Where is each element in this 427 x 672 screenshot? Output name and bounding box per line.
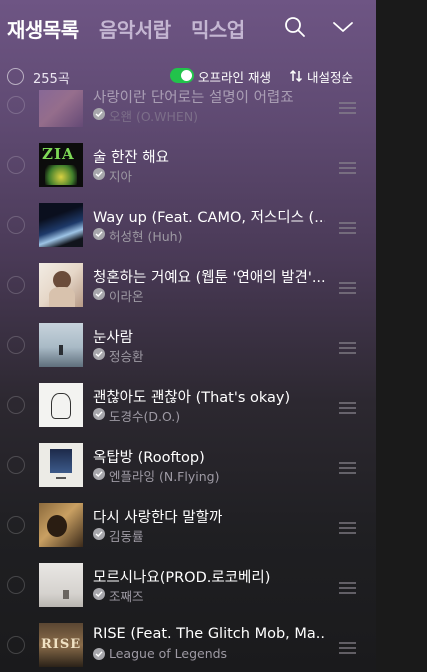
song-select-radio[interactable] bbox=[7, 336, 25, 354]
check-icon bbox=[93, 588, 105, 600]
album-art bbox=[39, 503, 83, 547]
song-artist: 도경수(D.O.) bbox=[109, 409, 181, 424]
list-item[interactable]: 옥탑방 (Rooftop) 엔플라잉 (N.Flying) bbox=[0, 435, 376, 495]
list-item[interactable]: 모르시나요(PROD.로코베리) 조째즈 bbox=[0, 555, 376, 615]
album-art-detail bbox=[63, 590, 69, 599]
drag-handle-icon[interactable] bbox=[339, 159, 356, 174]
check-icon bbox=[93, 108, 105, 120]
song-select-radio[interactable] bbox=[7, 96, 25, 114]
album-art bbox=[39, 443, 83, 487]
album-art-text: ZIA bbox=[42, 145, 75, 163]
list-item[interactable]: ZIA 술 한잔 해요 지아 bbox=[0, 135, 376, 195]
song-title: 괜찮아도 괜찮아 (That's okay) bbox=[93, 390, 291, 406]
toggle-knob bbox=[181, 70, 192, 81]
album-art: RISE bbox=[39, 623, 83, 667]
album-art bbox=[39, 263, 83, 307]
drag-handle-icon[interactable] bbox=[339, 279, 356, 294]
album-art: ZIA bbox=[39, 143, 83, 187]
tab-playlist[interactable]: 재생목록 bbox=[7, 14, 79, 43]
song-title: RISE (Feat. The Glitch Mob, Ma... bbox=[93, 626, 325, 642]
drag-handle-icon[interactable] bbox=[339, 99, 356, 114]
song-artist: 김동률 bbox=[109, 529, 144, 544]
album-art bbox=[39, 203, 83, 247]
album-art bbox=[39, 323, 83, 367]
album-art-detail bbox=[50, 449, 72, 473]
drag-handle-icon[interactable] bbox=[339, 219, 356, 234]
drag-handle-icon[interactable] bbox=[339, 639, 356, 654]
playlist-panel: 재생목록 음악서랍 믹스업 255곡 오프라인 재생 내설정순 사랑이란 단어로… bbox=[0, 0, 376, 672]
song-select-radio[interactable] bbox=[7, 216, 25, 234]
list-item[interactable]: Way up (Feat. CAMO, 저스디스 (... 허성현 (Huh) bbox=[0, 195, 376, 255]
tab-mixup[interactable]: 믹스업 bbox=[191, 14, 245, 43]
song-title: Way up (Feat. CAMO, 저스디스 (... bbox=[93, 210, 325, 226]
song-title: 사랑이란 단어로는 설명이 어렵죠 bbox=[93, 90, 294, 106]
list-item[interactable]: 청혼하는 거예요 (웹툰 '연애의 발견'... 이라온 bbox=[0, 255, 376, 315]
song-artist: League of Legends bbox=[109, 646, 228, 661]
album-art-detail bbox=[51, 393, 71, 419]
album-art bbox=[39, 563, 83, 607]
list-item[interactable]: 괜찮아도 괜찮아 (That's okay) 도경수(D.O.) bbox=[0, 375, 376, 435]
offline-label: 오프라인 재생 bbox=[198, 70, 271, 85]
song-title: 청혼하는 거예요 (웹툰 '연애의 발견'... bbox=[93, 270, 325, 286]
check-icon bbox=[93, 468, 105, 480]
check-icon bbox=[93, 648, 105, 660]
album-art-detail bbox=[45, 165, 77, 185]
album-art bbox=[39, 90, 83, 127]
playlist-toolbar: 255곡 오프라인 재생 내설정순 bbox=[0, 60, 376, 90]
song-artist: 오왠 (O.WHEN) bbox=[109, 109, 199, 124]
song-select-radio[interactable] bbox=[7, 276, 25, 294]
album-art-detail bbox=[59, 345, 63, 355]
album-art-detail bbox=[56, 477, 66, 479]
song-select-radio[interactable] bbox=[7, 516, 25, 534]
song-select-radio[interactable] bbox=[7, 396, 25, 414]
album-art-detail bbox=[47, 515, 67, 537]
list-item[interactable]: RISE RISE (Feat. The Glitch Mob, Ma... L… bbox=[0, 615, 376, 672]
offline-toggle[interactable] bbox=[170, 68, 194, 83]
album-art-detail bbox=[49, 287, 75, 307]
search-icon[interactable] bbox=[283, 15, 307, 39]
sort-label[interactable]: 내설정순 bbox=[307, 67, 353, 86]
tab-music-drawer[interactable]: 음악서랍 bbox=[99, 14, 171, 43]
drag-handle-icon[interactable] bbox=[339, 339, 356, 354]
top-navigation: 재생목록 음악서랍 믹스업 bbox=[0, 0, 376, 58]
song-title: 다시 사랑한다 말할까 bbox=[93, 510, 223, 526]
song-artist: 허성현 (Huh) bbox=[109, 229, 183, 244]
song-artist: 정승환 bbox=[109, 349, 144, 364]
side-panel bbox=[376, 0, 427, 672]
drag-handle-icon[interactable] bbox=[339, 579, 356, 594]
check-icon bbox=[93, 288, 105, 300]
song-count: 255곡 bbox=[33, 72, 70, 87]
drag-handle-icon[interactable] bbox=[339, 519, 356, 534]
list-item[interactable]: 다시 사랑한다 말할까 김동률 bbox=[0, 495, 376, 555]
song-select-radio[interactable] bbox=[7, 456, 25, 474]
list-item[interactable]: 사랑이란 단어로는 설명이 어렵죠 오왠 (O.WHEN) bbox=[0, 90, 376, 135]
song-title: 옥탑방 (Rooftop) bbox=[93, 450, 205, 466]
select-all-checkbox[interactable] bbox=[7, 68, 24, 85]
song-artist: 조째즈 bbox=[109, 589, 144, 604]
song-list: 사랑이란 단어로는 설명이 어렵죠 오왠 (O.WHEN) ZIA 술 한잔 해… bbox=[0, 90, 376, 672]
song-artist: 엔플라잉 (N.Flying) bbox=[109, 469, 220, 484]
song-title: 눈사람 bbox=[93, 330, 134, 346]
album-art-text: RISE bbox=[41, 637, 82, 652]
song-select-radio[interactable] bbox=[7, 156, 25, 174]
check-icon bbox=[93, 408, 105, 420]
list-item[interactable]: 눈사람 정승환 bbox=[0, 315, 376, 375]
check-icon bbox=[93, 168, 105, 180]
song-title: 술 한잔 해요 bbox=[93, 150, 169, 166]
song-artist: 지아 bbox=[109, 169, 133, 184]
check-icon bbox=[93, 528, 105, 540]
song-select-radio[interactable] bbox=[7, 576, 25, 594]
drag-handle-icon[interactable] bbox=[339, 399, 356, 414]
chevron-down-icon[interactable] bbox=[331, 15, 355, 39]
song-title: 모르시나요(PROD.로코베리) bbox=[93, 570, 271, 586]
sort-icon[interactable] bbox=[289, 68, 303, 83]
album-art bbox=[39, 383, 83, 427]
check-icon bbox=[93, 348, 105, 360]
check-icon bbox=[93, 228, 105, 240]
song-artist: 이라온 bbox=[109, 289, 144, 304]
song-select-radio[interactable] bbox=[7, 636, 25, 654]
drag-handle-icon[interactable] bbox=[339, 459, 356, 474]
